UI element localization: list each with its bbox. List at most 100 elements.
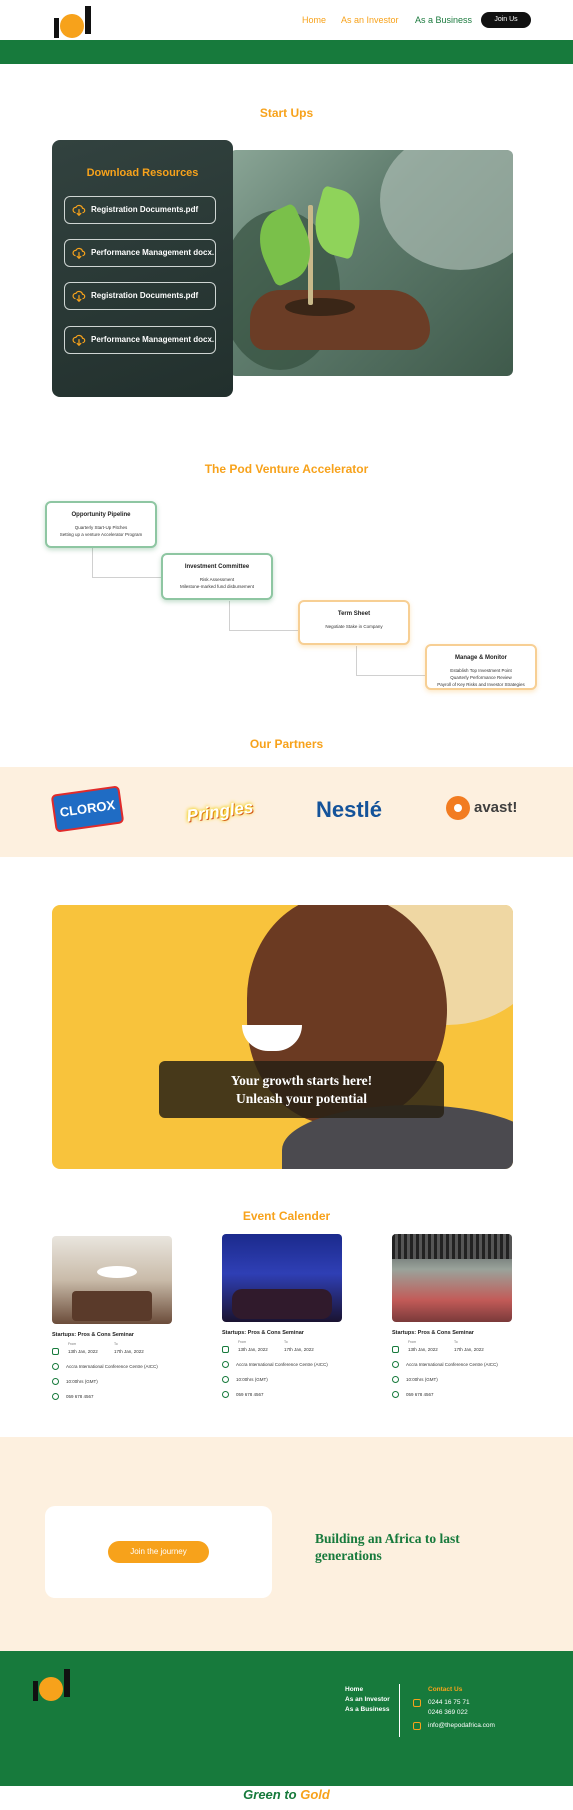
event-from-date: 13th Jan, 2022 xyxy=(408,1347,438,1352)
download-resources-title: Download Resources xyxy=(86,167,199,179)
hero-headline: Your growth starts here! xyxy=(230,1073,373,1088)
event-phone: 059 678 4567 xyxy=(66,1394,94,1399)
hero-banner: Your growth starts here! Unleash your po… xyxy=(52,905,513,1169)
event-from-label: From xyxy=(238,1340,247,1344)
events-title: Event Calender xyxy=(242,1209,331,1223)
event-from-date: 13th Jan, 2022 xyxy=(238,1347,268,1352)
clock-icon xyxy=(52,1378,59,1385)
photo-audience xyxy=(232,1289,332,1319)
footer-link-as-an-investor[interactable]: As an Investor xyxy=(345,1696,390,1703)
flow-connector xyxy=(356,646,426,676)
nav-home[interactable]: Home xyxy=(302,15,326,25)
resource-label: Registration Documents.pdf xyxy=(91,205,199,214)
resource-download-button[interactable]: Registration Documents.pdf xyxy=(64,196,216,224)
accelerator-step-card: Manage & Monitor Establish Top Investmen… xyxy=(425,644,537,690)
resource-label: Registration Documents.pdf xyxy=(91,291,199,300)
location-icon xyxy=(222,1361,229,1368)
step-detail: Setting up a venture Accelerator Program xyxy=(59,532,143,537)
phone-icon xyxy=(392,1391,399,1398)
logo-dot xyxy=(60,14,84,38)
seedling-photo xyxy=(230,150,513,376)
phone-icon xyxy=(222,1391,229,1398)
step-title: Investment Committee xyxy=(184,564,250,570)
cloud-download-icon xyxy=(72,204,86,217)
event-from-label: From xyxy=(68,1342,77,1346)
accelerator-step-card: Term Sheet Negotiate Stake in Company xyxy=(298,600,410,645)
tagline-gold: Gold xyxy=(300,1787,330,1802)
contact-phone-1[interactable]: 0244 16 75 71 xyxy=(428,1699,470,1706)
nav-as-a-business[interactable]: As a Business xyxy=(415,15,472,25)
event-time: 10:00hrs (GMT) xyxy=(236,1377,268,1382)
download-resources-panel: Download Resources Registration Document… xyxy=(52,140,233,397)
step-detail: Quarterly Start-Up Pitches xyxy=(74,525,128,530)
resource-label: Performance Management docx. xyxy=(91,335,215,344)
step-title: Opportunity Pipeline xyxy=(71,512,131,518)
step-detail: Milestone-marked fund disbursement xyxy=(179,584,255,589)
header: Home As an Investor As a Business Join U… xyxy=(0,0,573,40)
tagline-to: to xyxy=(280,1787,301,1802)
event-to-date: 17th Jan, 2022 xyxy=(454,1347,484,1352)
logo-bar-left xyxy=(54,18,59,38)
photo-ceiling xyxy=(392,1234,512,1259)
logo[interactable] xyxy=(54,6,96,38)
footer-divider xyxy=(399,1684,400,1737)
photo-lamp xyxy=(97,1266,137,1278)
photo-blur xyxy=(380,150,513,270)
join-us-button[interactable]: Join Us xyxy=(481,12,531,28)
event-phone: 059 678 4567 xyxy=(236,1392,264,1397)
clock-icon xyxy=(222,1376,229,1383)
event-venue: Accra International Conference Centre (A… xyxy=(236,1362,328,1367)
partner-logo-pringles[interactable]: Pringles xyxy=(183,785,256,838)
step-detail: Payroll of Key Risks and Investor Strate… xyxy=(437,682,525,687)
header-green-band xyxy=(0,40,573,64)
calendar-icon xyxy=(392,1346,399,1353)
event-from-label: From xyxy=(408,1340,417,1344)
clock-icon xyxy=(392,1376,399,1383)
nav-as-an-investor[interactable]: As an Investor xyxy=(341,15,399,25)
journey-card: Join the journey xyxy=(45,1506,272,1598)
footer: Home As an Investor As a Business Contac… xyxy=(0,1651,573,1786)
hero-subheadline: Unleash your potential xyxy=(235,1091,368,1106)
resource-download-button[interactable]: Performance Management docx. xyxy=(64,239,216,267)
step-detail: Negotiate Stake in Company xyxy=(325,624,383,629)
partners-title: Our Partners xyxy=(249,737,324,751)
contact-phone-2[interactable]: 0246 369 022 xyxy=(428,1709,468,1716)
partner-logo-nestle[interactable]: Nestlé xyxy=(316,797,382,823)
location-icon xyxy=(392,1361,399,1368)
join-the-journey-button[interactable]: Join the journey xyxy=(108,1541,209,1563)
footer-logo[interactable] xyxy=(33,1669,75,1701)
partner-logo-avast[interactable]: avast! xyxy=(446,796,536,824)
event-title: Startups: Pros & Cons Seminar xyxy=(222,1330,304,1336)
event-photo xyxy=(222,1234,342,1322)
event-to-date: 17th Jan, 2022 xyxy=(114,1349,144,1354)
avast-icon xyxy=(446,796,470,820)
footer-link-home[interactable]: Home xyxy=(345,1686,363,1693)
event-phone: 059 678 4567 xyxy=(406,1392,434,1397)
step-title: Term Sheet xyxy=(337,611,371,617)
step-title: Manage & Monitor xyxy=(455,655,507,661)
cloud-download-icon xyxy=(72,247,86,260)
contact-email[interactable]: info@thepodafrica.com xyxy=(428,1722,495,1729)
flow-connector xyxy=(229,601,299,631)
tagline: Green to Gold xyxy=(0,1787,573,1802)
photo-soil xyxy=(285,298,355,316)
event-to-label: To xyxy=(284,1340,288,1344)
cloud-download-icon xyxy=(72,290,86,303)
contact-us-title: Contact Us xyxy=(428,1686,463,1693)
event-title: Startups: Pros & Cons Seminar xyxy=(52,1332,134,1338)
startups-title: Start Ups xyxy=(259,106,314,120)
logo-bar-right xyxy=(64,1669,70,1697)
event-photo xyxy=(392,1234,512,1322)
resource-download-button[interactable]: Performance Management docx. xyxy=(64,326,216,354)
phone-icon xyxy=(52,1393,59,1400)
event-title: Startups: Pros & Cons Seminar xyxy=(392,1330,474,1336)
event-venue: Accra International Conference Centre (A… xyxy=(66,1364,158,1369)
footer-link-as-a-business[interactable]: As a Business xyxy=(345,1706,389,1713)
phone-icon xyxy=(413,1699,421,1707)
email-icon xyxy=(413,1722,421,1730)
calendar-icon xyxy=(52,1348,59,1355)
resource-download-button[interactable]: Registration Documents.pdf xyxy=(64,282,216,310)
step-detail: Quarterly Performance Review xyxy=(450,675,512,680)
tagline-green: Green xyxy=(243,1787,281,1802)
event-to-label: To xyxy=(454,1340,458,1344)
